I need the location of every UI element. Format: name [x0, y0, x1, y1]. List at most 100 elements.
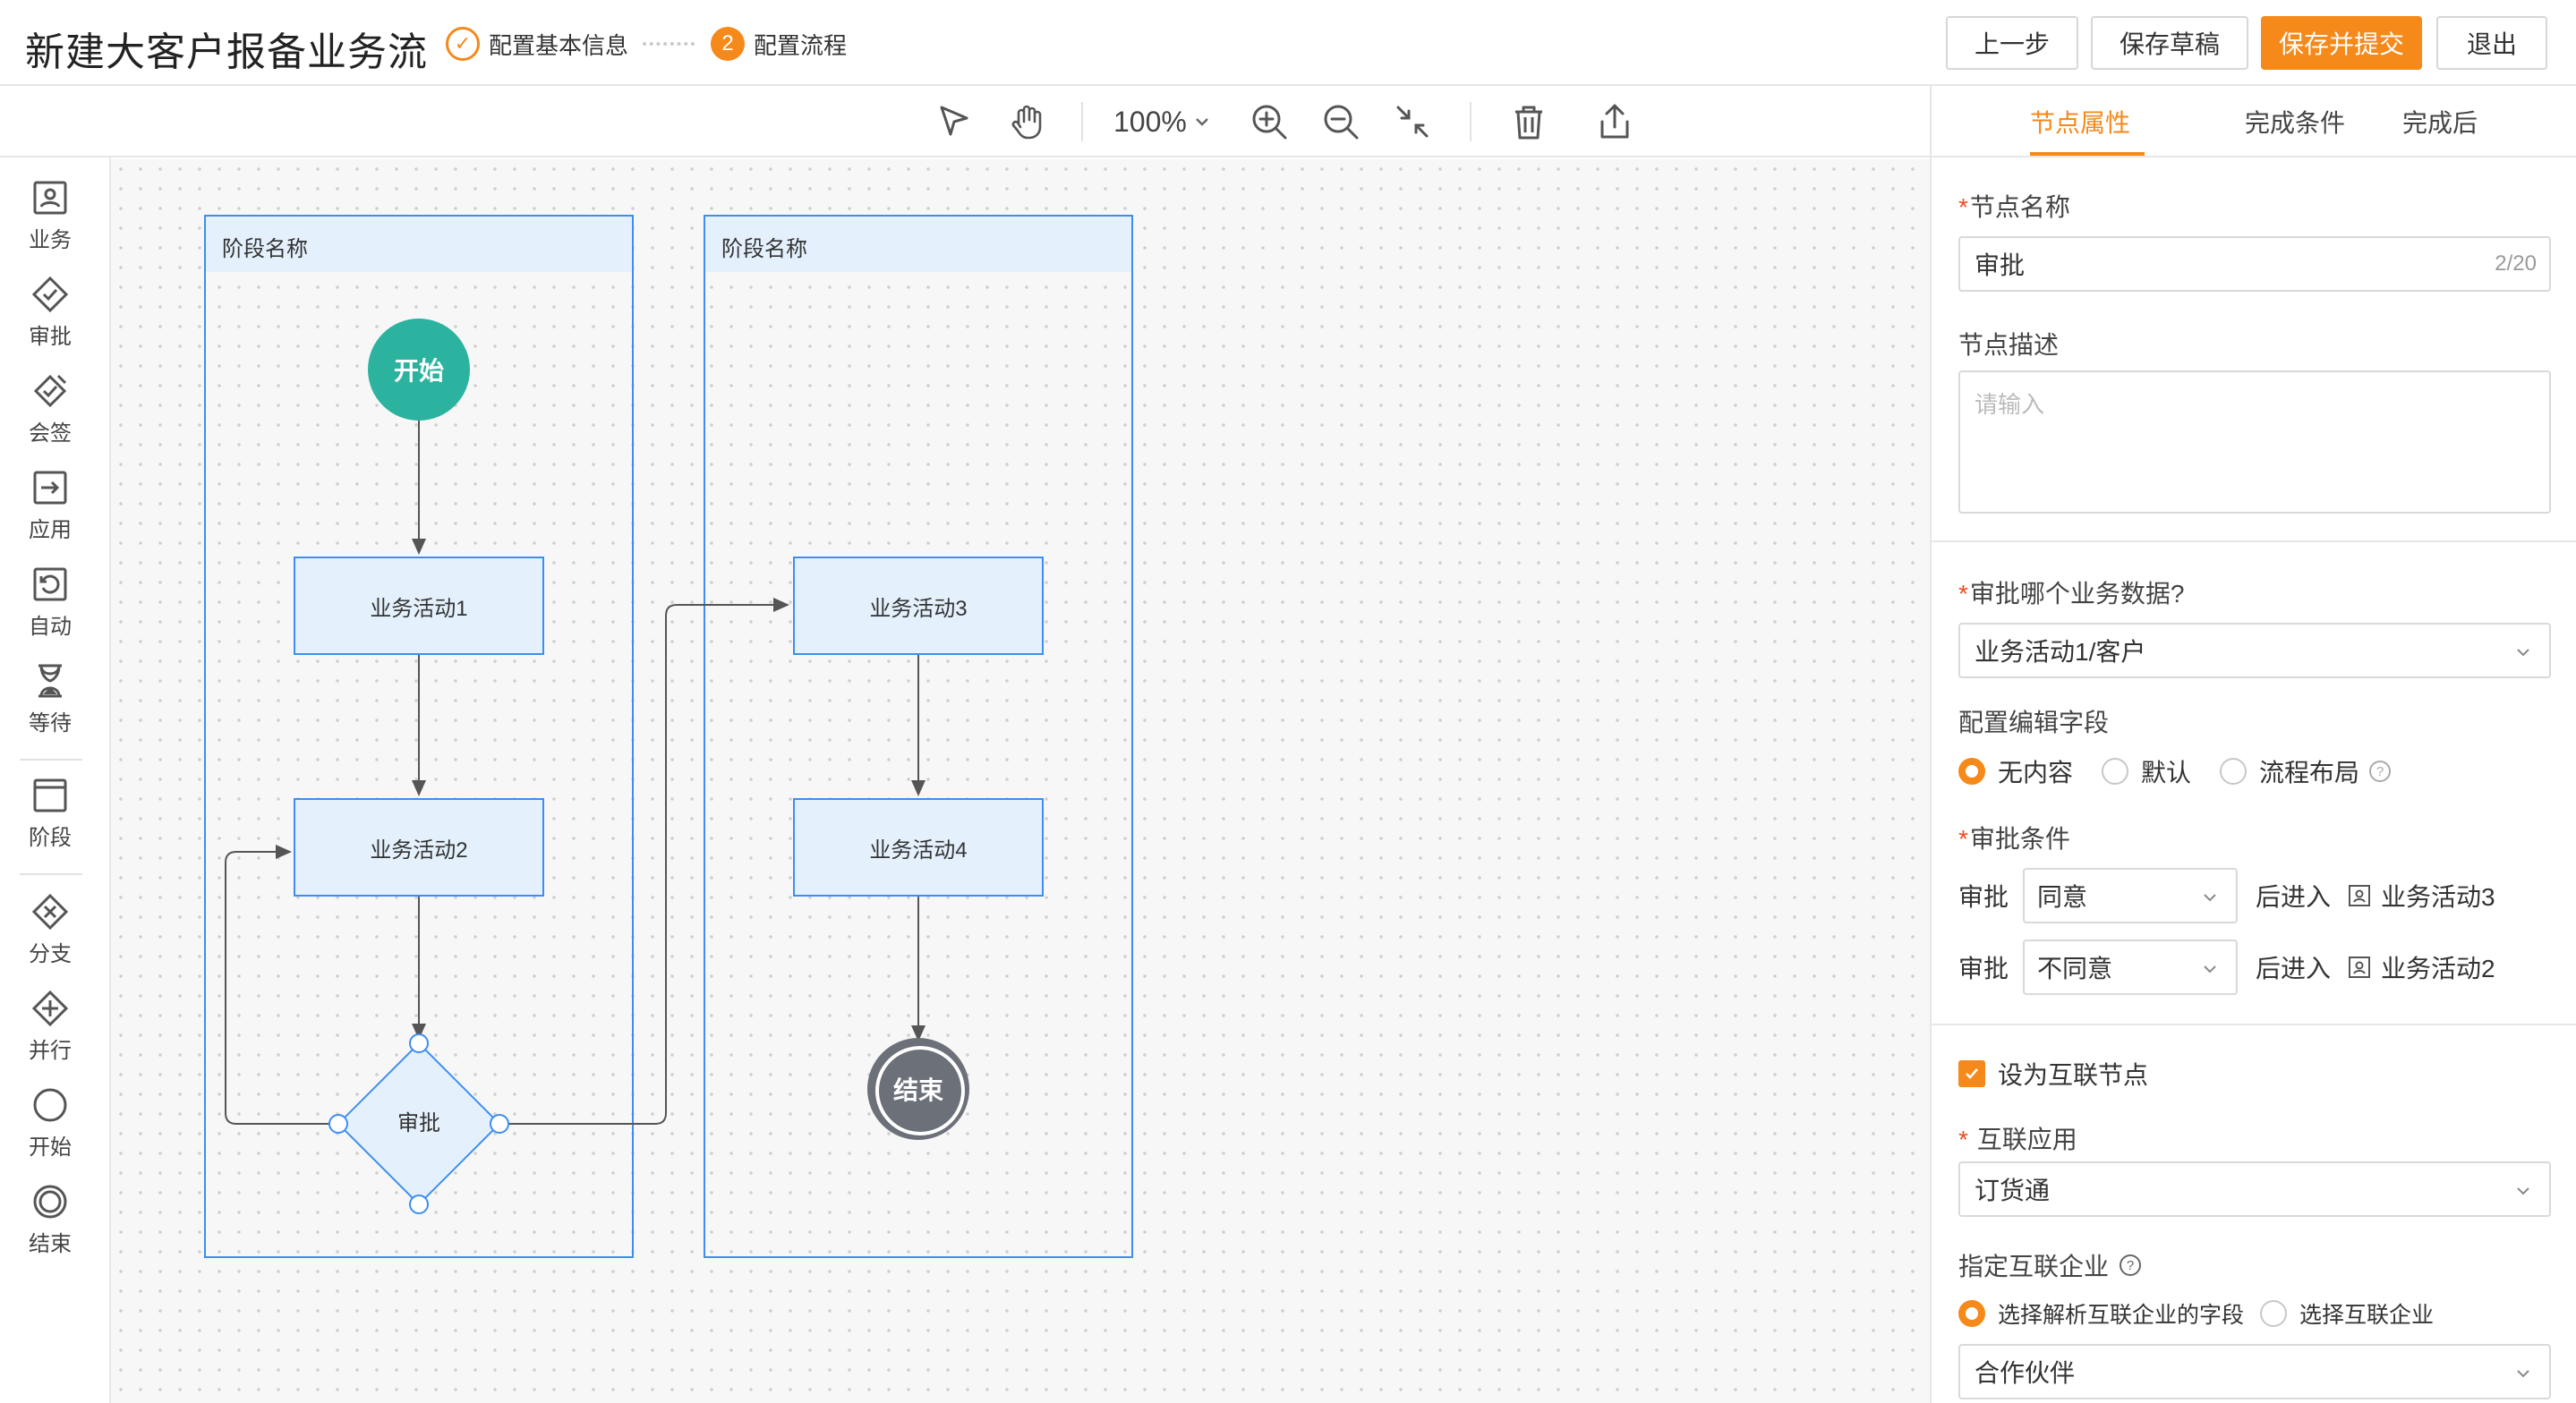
condition-1-select[interactable]: 同意 — [2023, 868, 2239, 923]
decision-node[interactable]: 审批 — [374, 1108, 464, 1140]
enterprise-field-select[interactable]: 合作伙伴 — [1958, 1344, 2551, 1399]
enterprise-label: 指定互联企业 ? — [1958, 1247, 2143, 1283]
page-title: 新建大客户报备业务流 — [25, 30, 428, 74]
tab-after-completion[interactable]: 完成后 — [2402, 104, 2478, 140]
palette-label: 分支 — [29, 942, 72, 966]
section-divider — [1932, 1024, 2576, 1025]
radio-default[interactable] — [2102, 758, 2129, 785]
tab-node-properties[interactable]: 节点属性 — [2030, 104, 2130, 140]
start-icon — [33, 1088, 67, 1122]
save-draft-button[interactable]: 保存草稿 — [2091, 16, 2248, 70]
step-connector — [643, 42, 695, 46]
activity-node-3[interactable]: 业务活动3 — [793, 557, 1044, 655]
palette-item-business[interactable]: 业务 — [0, 179, 100, 265]
help-icon[interactable]: ? — [2118, 1253, 2143, 1278]
hand-pan-icon[interactable] — [1004, 98, 1051, 145]
interconnect-app-label: * 互联应用 — [1958, 1126, 2077, 1153]
help-icon[interactable]: ? — [2368, 760, 2392, 783]
stage-icon — [33, 778, 67, 812]
zoom-in-icon[interactable] — [1246, 98, 1292, 145]
char-counter: 2/20 — [2495, 251, 2537, 276]
business-icon — [2349, 957, 2371, 978]
check-circle-icon: ✓ — [446, 27, 480, 61]
palette-label: 结束 — [29, 1232, 72, 1256]
approval-icon — [31, 276, 69, 313]
step-2-label[interactable]: 配置流程 — [754, 28, 847, 61]
tab-completion-conditions[interactable]: 完成条件 — [2245, 104, 2345, 140]
condition-row-2: 审批 不同意 后进入 业务活动2 — [1958, 940, 2495, 995]
palette-label: 业务 — [29, 228, 72, 252]
toolbar-divider — [1081, 102, 1083, 141]
branch-icon — [31, 893, 69, 931]
chevron-down-icon — [2204, 965, 2216, 974]
check-icon — [1966, 1068, 1978, 1079]
radio-flow-layout[interactable] — [2220, 758, 2248, 785]
palette-label: 阶段 — [29, 826, 72, 850]
svg-text:?: ? — [2127, 1258, 2134, 1273]
chevron-down-icon — [1195, 118, 1208, 126]
palette-item-stage[interactable]: 阶段 — [0, 777, 100, 863]
palette-item-auto[interactable]: 自动 — [0, 565, 100, 651]
palette-item-application[interactable]: 应用 — [0, 469, 100, 555]
node-desc-textarea[interactable]: 请输入 — [1958, 370, 2551, 514]
palette-item-parallel[interactable]: 并行 — [0, 990, 100, 1076]
condition-2-select[interactable]: 不同意 — [2023, 940, 2239, 995]
palette-item-wait[interactable]: 等待 — [0, 662, 100, 748]
zoom-value: 100% — [1113, 105, 1187, 138]
conditions-label: *审批条件 — [1958, 825, 2070, 853]
app-root: 新建大客户报备业务流 ✓ 配置基本信息 2 配置流程 上一步 保存草稿 保存并提… — [0, 0, 2576, 1403]
exit-button[interactable]: 退出 — [2436, 16, 2547, 70]
activity-node-2[interactable]: 业务活动2 — [294, 798, 544, 897]
placeholder-text: 请输入 — [1975, 391, 2045, 418]
palette-label: 会签 — [29, 421, 72, 446]
prev-step-button[interactable]: 上一步 — [1946, 16, 2078, 70]
panel-tabs: 节点属性 完成条件 完成后 — [1932, 86, 2576, 157]
palette-item-end[interactable]: 结束 — [0, 1183, 100, 1269]
approve-data-select[interactable]: 业务活动1/客户 — [1958, 623, 2551, 678]
auto-icon — [33, 567, 67, 601]
select-pointer-icon[interactable] — [931, 98, 977, 145]
start-node[interactable]: 开始 — [368, 319, 470, 421]
palette-item-branch[interactable]: 分支 — [0, 893, 100, 979]
condition-row-1: 审批 同意 后进入 业务活动3 — [1958, 868, 2495, 923]
toolbar-divider — [1470, 102, 1471, 141]
wait-icon — [38, 664, 62, 698]
delete-icon[interactable] — [1506, 98, 1552, 145]
node-name-label: *节点名称 — [1958, 193, 2070, 221]
zoom-select[interactable]: 100% — [1113, 104, 1212, 140]
radio-no-content[interactable] — [1958, 758, 1985, 785]
node-name-input[interactable]: 审批 2/20 — [1958, 236, 2551, 292]
header-bar: 新建大客户报备业务流 ✓ 配置基本信息 2 配置流程 上一步 保存草稿 保存并提… — [0, 0, 2576, 86]
zoom-out-icon[interactable] — [1318, 98, 1364, 145]
interconnect-app-select[interactable]: 订货通 — [1958, 1161, 2551, 1217]
interconnect-checkbox-row[interactable]: 设为互联节点 — [1958, 1056, 2148, 1092]
activity-node-1[interactable]: 业务活动1 — [294, 557, 544, 655]
palette-divider — [20, 759, 82, 761]
end-icon — [33, 1185, 67, 1219]
palette-item-approval[interactable]: 审批 — [0, 276, 100, 361]
palette-label: 审批 — [29, 325, 72, 349]
palette-label: 应用 — [29, 518, 72, 542]
step-indicator: ✓ 配置基本信息 2 配置流程 — [446, 25, 847, 63]
edit-fields-label: 配置编辑字段 — [1958, 709, 2110, 736]
fit-view-icon[interactable] — [1389, 98, 1436, 145]
activity-node-4[interactable]: 业务活动4 — [793, 798, 1044, 897]
palette-item-countersign[interactable]: 会签 — [0, 372, 100, 458]
svg-text:?: ? — [2376, 764, 2384, 779]
palette-item-start[interactable]: 开始 — [0, 1086, 100, 1172]
edit-fields-radio-group: 无内容 默认 流程布局 ? — [1958, 753, 2392, 789]
step-1-label[interactable]: 配置基本信息 — [489, 28, 628, 61]
chevron-down-icon — [2517, 1187, 2529, 1195]
radio-select-enterprise[interactable] — [2260, 1300, 2288, 1327]
export-icon[interactable] — [1591, 98, 1638, 145]
interconnect-checkbox[interactable] — [1958, 1060, 1985, 1087]
radio-parse-field[interactable] — [1958, 1300, 1985, 1327]
active-tab-indicator — [2030, 152, 2145, 156]
end-node[interactable]: 结束 — [867, 1038, 969, 1140]
step-2-number: 2 — [711, 27, 746, 61]
countersign-icon — [33, 374, 67, 408]
chevron-down-icon — [2517, 1370, 2529, 1378]
save-submit-button[interactable]: 保存并提交 — [2261, 16, 2422, 70]
condition-2-target: 业务活动2 — [2381, 955, 2495, 982]
flow-canvas[interactable]: 阶段名称 阶段名称 开始 业务活动1 业务活动2 审批 业务活动3 业务活动4 … — [111, 159, 1930, 1403]
